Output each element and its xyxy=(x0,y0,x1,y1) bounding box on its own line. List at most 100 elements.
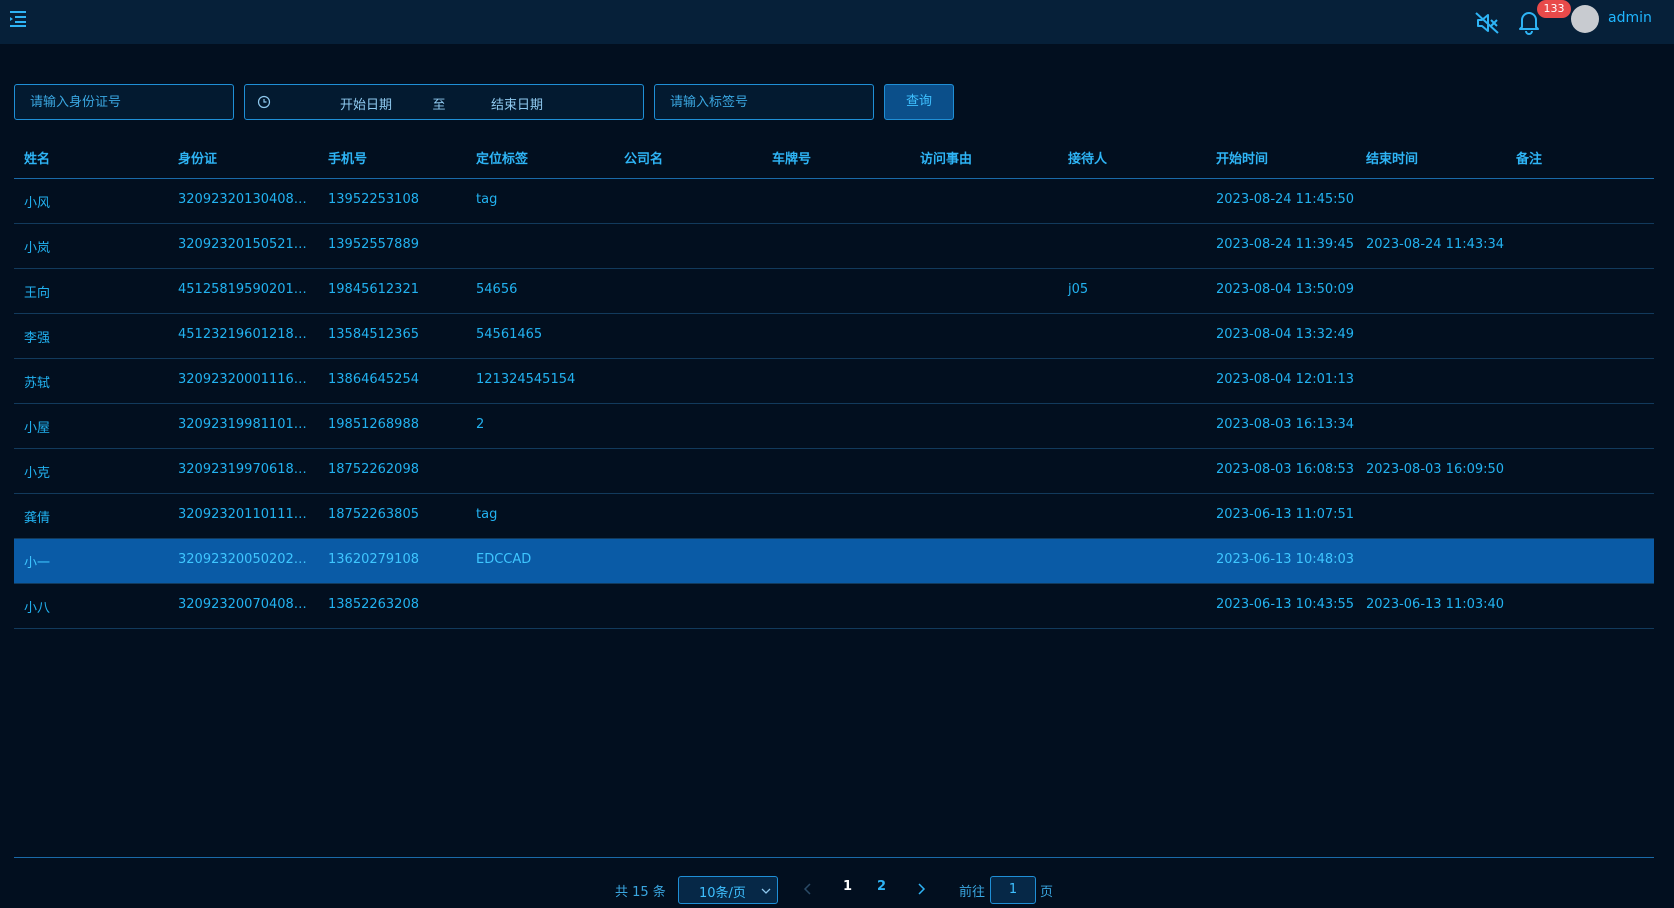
page-1[interactable]: 1 xyxy=(843,879,852,894)
page-suffix-label: 页 xyxy=(1040,885,1054,900)
cell-start-time: 2023-08-24 11:39:45 xyxy=(1216,237,1355,252)
cell-start-time: 2023-06-13 10:43:55 xyxy=(1216,597,1355,612)
cell-id: 32092320070408… xyxy=(178,597,307,612)
avatar[interactable] xyxy=(1571,5,1599,33)
goto-label: 前往 xyxy=(959,885,986,900)
end-date-input[interactable]: 结束日期 xyxy=(467,94,567,113)
cell-phone: 13952253108 xyxy=(328,192,419,207)
tag-number-input[interactable] xyxy=(655,85,873,119)
table-header: 姓名 身份证 手机号 定位标签 公司名 车牌号 访问事由 接待人 开始时间 结束… xyxy=(14,134,1654,179)
table-row[interactable]: 小克 32092319970618… 18752262098 2023-08-03 1… xyxy=(14,449,1654,494)
cell-tag: 54561465 xyxy=(476,327,543,342)
tag-number-input-wrapper xyxy=(654,84,874,120)
visitor-table: 姓名 身份证 手机号 定位标签 公司名 车牌号 访问事由 接待人 开始时间 结束… xyxy=(14,134,1654,629)
cell-receptionist: j05 xyxy=(1068,282,1089,297)
table-row[interactable]: 小一 32092320050202… 13620279108 EDCCAD 2023-0… xyxy=(14,539,1654,584)
cell-id: 32092320130408… xyxy=(178,192,307,207)
pagination-total: 共 15 条 xyxy=(615,885,666,900)
cell-id: 45123219601218… xyxy=(178,327,307,342)
next-page-icon[interactable] xyxy=(915,881,927,895)
cell-phone: 13864645254 xyxy=(328,372,419,387)
cell-start-time: 2023-08-04 13:50:09 xyxy=(1216,282,1355,297)
cell-phone: 13852263208 xyxy=(328,597,419,612)
cell-phone: 18752263805 xyxy=(328,507,419,522)
column-header-start-time: 开始时间 xyxy=(1216,152,1269,167)
cell-id: 45125819590201… xyxy=(178,282,307,297)
cell-name: 苏轼 xyxy=(24,376,51,391)
cell-name: 小屋 xyxy=(24,421,51,436)
username[interactable]: admin xyxy=(1608,10,1652,26)
cell-id: 32092319981101… xyxy=(178,417,307,432)
cell-id: 32092320001116… xyxy=(178,372,307,387)
top-bar: 133 admin xyxy=(0,0,1674,44)
query-button[interactable]: 查询 xyxy=(884,84,954,120)
page-2[interactable]: 2 xyxy=(877,879,886,894)
cell-end-time: 2023-08-03 16:09:50 xyxy=(1366,462,1505,477)
cell-start-time: 2023-06-13 10:48:03 xyxy=(1216,552,1355,567)
cell-tag: 121324545154 xyxy=(476,372,576,387)
chevron-down-icon xyxy=(761,885,771,895)
cell-phone: 18752262098 xyxy=(328,462,419,477)
prev-page-icon[interactable] xyxy=(802,881,814,895)
date-range-picker[interactable]: 开始日期 至 结束日期 xyxy=(244,84,644,120)
table-row[interactable]: 小八 32092320070408… 13852263208 2023-06-13 1… xyxy=(14,584,1654,629)
column-header-remark: 备注 xyxy=(1516,152,1543,167)
cell-start-time: 2023-08-03 16:13:34 xyxy=(1216,417,1355,432)
notification-badge: 133 xyxy=(1537,0,1571,18)
table-footer-divider xyxy=(14,857,1654,858)
table-row[interactable]: 王向 45125819590201… 19845612321 54656 j05 2023… xyxy=(14,269,1654,314)
table-row[interactable]: 小屋 32092319981101… 19851268988 2 2023-08-03 … xyxy=(14,404,1654,449)
cell-name: 龚倩 xyxy=(24,511,51,526)
mute-icon[interactable] xyxy=(1474,11,1500,35)
id-number-input[interactable] xyxy=(15,85,233,119)
page-size-select[interactable]: 10条/页 xyxy=(678,876,778,904)
clock-icon xyxy=(257,95,271,109)
goto-page-input[interactable]: 1 xyxy=(990,876,1036,904)
column-header-end-time: 结束时间 xyxy=(1366,152,1419,167)
cell-tag: tag xyxy=(476,192,498,207)
cell-phone: 19845612321 xyxy=(328,282,419,297)
table-row[interactable]: 小风 32092320130408… 13952253108 tag 2023-08-2… xyxy=(14,179,1654,224)
cell-tag: 2 xyxy=(476,417,485,432)
cell-phone: 13952557889 xyxy=(328,237,419,252)
cell-name: 王向 xyxy=(24,286,51,301)
range-separator: 至 xyxy=(432,98,446,113)
table-row[interactable]: 苏轼 32092320001116… 13864645254 121324545154… xyxy=(14,359,1654,404)
cell-tag: tag xyxy=(476,507,498,522)
menu-icon[interactable] xyxy=(8,8,30,28)
cell-name: 小八 xyxy=(24,601,51,616)
start-date-input[interactable]: 开始日期 xyxy=(321,94,411,113)
cell-name: 小岚 xyxy=(24,241,51,256)
cell-start-time: 2023-08-04 12:01:13 xyxy=(1216,372,1355,387)
cell-phone: 13620279108 xyxy=(328,552,419,567)
column-header-id: 身份证 xyxy=(178,152,218,167)
cell-name: 小风 xyxy=(24,196,51,211)
cell-name: 李强 xyxy=(24,331,51,346)
cell-phone: 13584512365 xyxy=(328,327,419,342)
table-row[interactable]: 龚倩 32092320110111… 18752263805 tag 2023-06-1… xyxy=(14,494,1654,539)
column-header-company: 公司名 xyxy=(624,152,664,167)
cell-tag: 54656 xyxy=(476,282,518,297)
column-header-name: 姓名 xyxy=(24,152,51,167)
id-number-input-wrapper xyxy=(14,84,234,120)
cell-name: 小克 xyxy=(24,466,51,481)
table-row[interactable]: 李强 45123219601218… 13584512365 54561465 2023… xyxy=(14,314,1654,359)
column-header-tag: 定位标签 xyxy=(476,152,529,167)
cell-id: 32092320050202… xyxy=(178,552,307,567)
cell-start-time: 2023-08-03 16:08:53 xyxy=(1216,462,1355,477)
cell-end-time: 2023-08-24 11:43:34 xyxy=(1366,237,1505,252)
cell-id: 32092319970618… xyxy=(178,462,307,477)
cell-end-time: 2023-06-13 11:03:40 xyxy=(1366,597,1505,612)
cell-id: 32092320110111… xyxy=(178,507,307,522)
cell-tag: EDCCAD xyxy=(476,552,532,567)
page-size-value: 10条/页 xyxy=(699,886,746,901)
column-header-reason: 访问事由 xyxy=(920,152,973,167)
cell-id: 32092320150521… xyxy=(178,237,307,252)
cell-start-time: 2023-06-13 11:07:51 xyxy=(1216,507,1355,522)
column-header-receptionist: 接待人 xyxy=(1068,152,1108,167)
cell-start-time: 2023-08-24 11:45:50 xyxy=(1216,192,1355,207)
table-row[interactable]: 小岚 32092320150521… 13952557889 2023-08-24 1… xyxy=(14,224,1654,269)
cell-phone: 19851268988 xyxy=(328,417,419,432)
table-body: 小风 32092320130408… 13952253108 tag 2023-08-2… xyxy=(14,179,1654,629)
column-header-phone: 手机号 xyxy=(328,152,368,167)
